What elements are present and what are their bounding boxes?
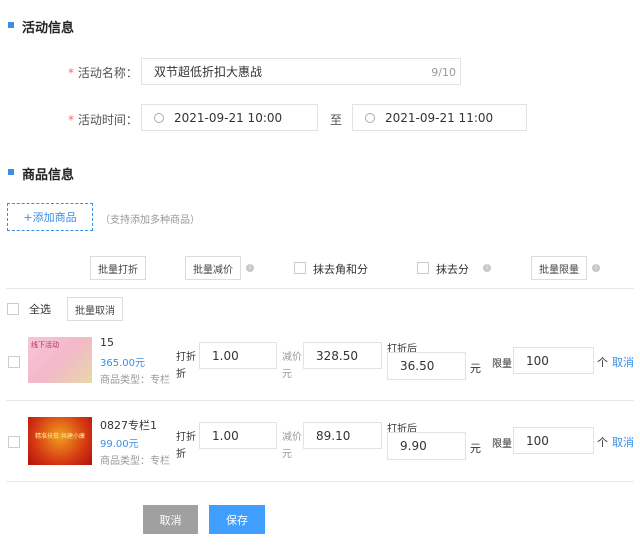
limit-label: 限量 xyxy=(492,435,512,450)
limit-unit: 个 xyxy=(597,354,608,370)
section-title-goods: 商品信息 xyxy=(22,164,74,183)
save-button[interactable]: 保存 xyxy=(209,505,265,534)
after-discount-input[interactable]: 9.90 xyxy=(387,432,466,460)
discount-label: 打折折 xyxy=(176,429,196,463)
limit-input[interactable]: 100 xyxy=(513,427,594,454)
section-marker xyxy=(8,169,14,175)
time-separator: 至 xyxy=(330,111,342,128)
discount-input[interactable]: 1.00 xyxy=(199,422,277,449)
batch-reduce-button[interactable]: 批量减价 xyxy=(185,256,241,280)
clock-icon xyxy=(154,113,164,123)
cancel-button[interactable]: 取消 xyxy=(143,505,198,534)
goods-type: 商品类型：专栏 xyxy=(100,371,170,386)
goods-price: 365.00元 xyxy=(100,354,145,369)
goods-row: 线下活动 15 365.00元 商品类型：专栏 打折折 1.00 减价元 328… xyxy=(0,335,640,390)
round-fen-checkbox[interactable] xyxy=(417,262,429,274)
info-icon: i xyxy=(246,264,254,272)
row-checkbox[interactable] xyxy=(8,436,20,448)
row-checkbox[interactable] xyxy=(8,356,20,368)
goods-row: 精准扶贫 共建小康 0827专栏1 99.00元 商品类型：专栏 打折折 1.0… xyxy=(0,415,640,470)
end-time-input[interactable]: 2021-09-21 11:00 xyxy=(352,104,527,131)
divider xyxy=(6,400,634,401)
discount-input[interactable]: 1.00 xyxy=(199,342,277,369)
row-cancel-link[interactable]: 取消 xyxy=(612,354,634,370)
clock-icon xyxy=(365,113,375,123)
goods-name: 0827专栏1 xyxy=(100,417,157,433)
goods-type: 商品类型：专栏 xyxy=(100,452,170,467)
section-title-activity: 活动信息 xyxy=(22,17,74,36)
info-icon: i xyxy=(483,264,491,272)
info-icon: i xyxy=(592,264,600,272)
limit-input[interactable]: 100 xyxy=(513,347,594,374)
divider xyxy=(6,481,634,482)
select-all-checkbox[interactable] xyxy=(7,303,19,315)
reduce-input[interactable]: 328.50 xyxy=(303,342,382,369)
divider xyxy=(6,288,634,289)
row-cancel-link[interactable]: 取消 xyxy=(612,434,634,450)
yuan-unit: 元 xyxy=(470,440,481,456)
char-counter: 9/10 xyxy=(431,66,456,79)
round-jiao-fen-checkbox[interactable] xyxy=(294,262,306,274)
name-label: * 活动名称： xyxy=(68,64,138,81)
round-jiao-fen-label: 抹去角和分 xyxy=(313,261,368,277)
goods-thumbnail: 精准扶贫 共建小康 xyxy=(28,417,92,465)
after-discount-input[interactable]: 36.50 xyxy=(387,352,466,380)
goods-name: 15 xyxy=(100,336,114,349)
discount-label: 打折折 xyxy=(176,349,196,383)
add-goods-hint: （支持添加多种商品） xyxy=(100,211,200,226)
goods-thumbnail: 线下活动 xyxy=(28,337,92,383)
reduce-input[interactable]: 89.10 xyxy=(303,422,382,449)
batch-discount-button[interactable]: 批量打折 xyxy=(90,256,146,280)
activity-name-input[interactable]: 双节超低折扣大惠战9/10 xyxy=(141,58,461,85)
batch-limit-button[interactable]: 批量限量 xyxy=(531,256,587,280)
yuan-unit: 元 xyxy=(470,360,481,376)
limit-label: 限量 xyxy=(492,355,512,370)
section-marker xyxy=(8,22,14,28)
goods-price: 99.00元 xyxy=(100,435,139,450)
reduce-label: 减价元 xyxy=(282,349,302,383)
batch-cancel-button[interactable]: 批量取消 xyxy=(67,297,123,321)
round-fen-label: 抹去分 xyxy=(436,261,469,277)
limit-unit: 个 xyxy=(597,434,608,450)
select-all-label: 全选 xyxy=(29,301,51,317)
start-time-input[interactable]: 2021-09-21 10:00 xyxy=(141,104,318,131)
time-label: * 活动时间： xyxy=(68,111,138,128)
add-goods-button[interactable]: +添加商品 xyxy=(7,203,93,231)
reduce-label: 减价元 xyxy=(282,429,302,463)
